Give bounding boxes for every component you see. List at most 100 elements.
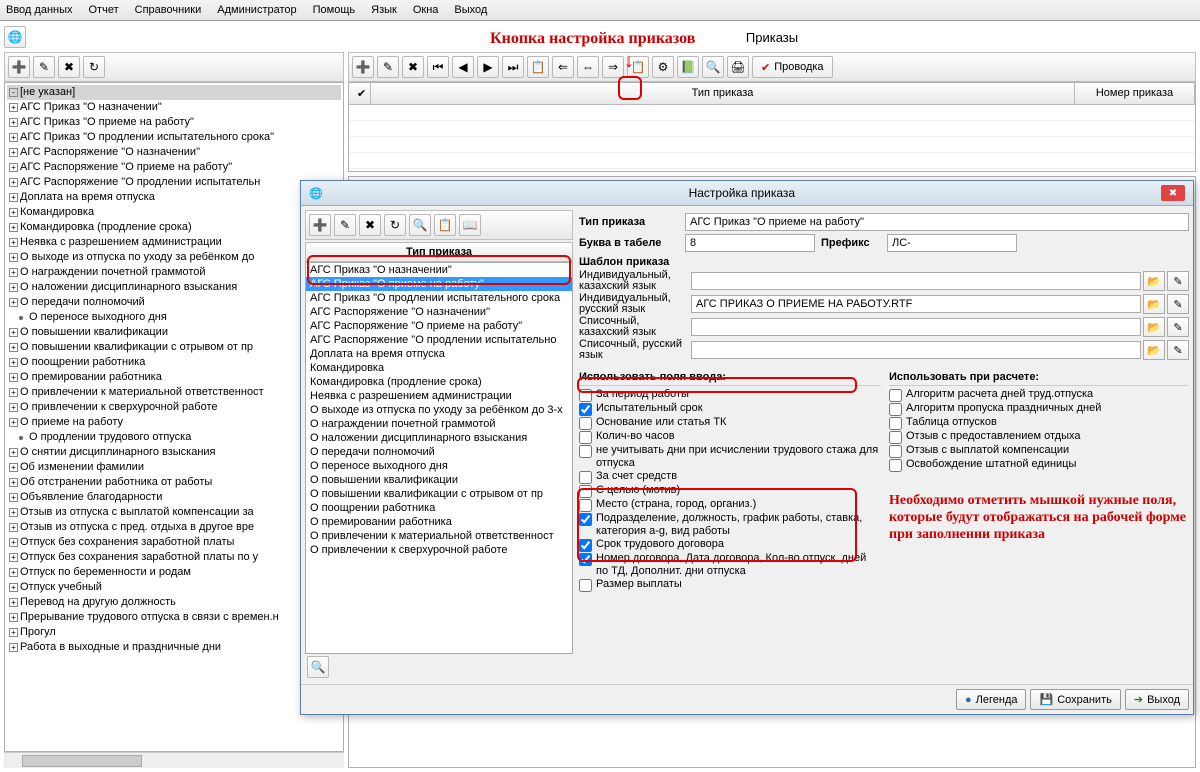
check-item[interactable]: Номер договора, Дата договора, Кол-во от…: [579, 552, 881, 578]
check-item[interactable]: За счет средств: [579, 470, 881, 484]
tree-item[interactable]: +О передачи полномочий: [7, 295, 341, 310]
check-item[interactable]: Размер выплаты: [579, 578, 881, 592]
template-path[interactable]: [691, 272, 1141, 290]
check-item[interactable]: Отзыв с выплатой компенсации: [889, 444, 1189, 458]
tree-item[interactable]: +АГС Приказ "О приеме на работу": [7, 115, 341, 130]
menu-item[interactable]: Администратор: [217, 4, 296, 16]
tree-item[interactable]: +Объявление благодарности: [7, 490, 341, 505]
toolbar-button[interactable]: ▶: [477, 56, 499, 78]
tree-item[interactable]: +Перевод на другую должность: [7, 595, 341, 610]
list-item[interactable]: АГС Приказ "О приеме на работу": [306, 277, 572, 291]
open-icon[interactable]: 📂: [1143, 340, 1165, 360]
tree-item[interactable]: +Прерывание трудового отпуска в связи с …: [7, 610, 341, 625]
toolbar-button[interactable]: ⏮: [427, 56, 449, 78]
list-item[interactable]: АГС Распоряжение "О продлении испытатель…: [306, 333, 572, 347]
toolbar-button[interactable]: ⇒: [602, 56, 624, 78]
check-item[interactable]: За период работы: [579, 388, 881, 402]
check-item[interactable]: Отзыв с предоставлением отдыха: [889, 430, 1189, 444]
tree-item[interactable]: +Об отстранении работника от работы: [7, 475, 341, 490]
calc-fields-checklist[interactable]: Алгоритм расчета дней труд.отпускаАлгори…: [889, 385, 1189, 472]
tree-item[interactable]: О переносе выходного дня: [7, 310, 341, 325]
list-item[interactable]: О выходе из отпуска по уходу за ребёнком…: [306, 403, 572, 417]
tree-item[interactable]: +Отпуск без сохранения заработной платы …: [7, 550, 341, 565]
check-item[interactable]: не учитывать дни при исчислении трудовог…: [579, 444, 881, 470]
doc-type-tree[interactable]: -[не указан]+АГС Приказ "О назначении"+А…: [4, 82, 344, 752]
letter-input[interactable]: [685, 234, 815, 252]
menu-item[interactable]: Помощь: [313, 4, 356, 16]
toolbar-button[interactable]: 📋: [434, 214, 456, 236]
list-item[interactable]: Командировка: [306, 361, 572, 375]
main-menu[interactable]: Ввод данныхОтчетСправочникиАдминистратор…: [0, 0, 1200, 21]
menu-item[interactable]: Отчет: [89, 4, 119, 16]
check-item[interactable]: Освобождение штатной единицы: [889, 458, 1189, 472]
input-fields-checklist[interactable]: За период работыИспытательный срокОснова…: [579, 385, 881, 592]
tree-item[interactable]: +О награждении почетной граммотой: [7, 265, 341, 280]
check-item[interactable]: С целью (мотив): [579, 484, 881, 498]
toolbar-button[interactable]: 🔍: [702, 56, 724, 78]
tree-item[interactable]: +Командировка (продление срока): [7, 220, 341, 235]
tree-item[interactable]: О продлении трудового отпуска: [7, 430, 341, 445]
check-item[interactable]: Таблица отпусков: [889, 416, 1189, 430]
check-item[interactable]: Срок трудового договора: [579, 538, 881, 552]
list-item[interactable]: АГС Распоряжение "О приеме на работу": [306, 319, 572, 333]
list-item[interactable]: О повышении квалификации с отрывом от пр: [306, 487, 572, 501]
toolbar-button[interactable]: ✎: [33, 56, 55, 78]
list-item[interactable]: О награждении почетной граммотой: [306, 417, 572, 431]
template-path[interactable]: [691, 341, 1141, 359]
list-item[interactable]: Доплата на время отпуска: [306, 347, 572, 361]
list-item[interactable]: О наложении дисциплинарного взыскания: [306, 431, 572, 445]
tree-item[interactable]: +О приеме на работу: [7, 415, 341, 430]
toolbar-button[interactable]: ➕: [309, 214, 331, 236]
tree-item[interactable]: +О повышении квалификации с отрывом от п…: [7, 340, 341, 355]
toolbar-button[interactable]: ⇐: [552, 56, 574, 78]
menu-item[interactable]: Справочники: [135, 4, 202, 16]
toolbar-button[interactable]: 📋: [527, 56, 549, 78]
list-item[interactable]: АГС Приказ "О назначении": [306, 263, 572, 277]
toolbar-button[interactable]: 🔍: [409, 214, 431, 236]
toolbar-button[interactable]: ↻: [384, 214, 406, 236]
open-icon[interactable]: 📂: [1143, 317, 1165, 337]
check-item[interactable]: Основание или статья ТК: [579, 416, 881, 430]
check-item[interactable]: Алгоритм расчета дней труд.отпуска: [889, 388, 1189, 402]
list-item[interactable]: О премировании работника: [306, 515, 572, 529]
tree-item[interactable]: +Об изменении фамилии: [7, 460, 341, 475]
list-item[interactable]: О переносе выходного дня: [306, 459, 572, 473]
toolbar-button[interactable]: ➕: [352, 56, 374, 78]
tree-item[interactable]: +Отпуск учебный: [7, 580, 341, 595]
tree-item[interactable]: +О наложении дисциплинарного взыскания: [7, 280, 341, 295]
tree-item[interactable]: +АГС Приказ "О назначении": [7, 100, 341, 115]
open-icon[interactable]: 📂: [1143, 294, 1165, 314]
tree-item[interactable]: +Командировка: [7, 205, 341, 220]
edit-icon[interactable]: ✎: [1167, 294, 1189, 314]
type-input[interactable]: [685, 213, 1189, 231]
list-item[interactable]: Командировка (продление срока): [306, 375, 572, 389]
list-item[interactable]: О привлечении к материальной ответственн…: [306, 529, 572, 543]
list-item[interactable]: Неявка с разрешением администрации: [306, 389, 572, 403]
list-item[interactable]: О повышении квалификации: [306, 473, 572, 487]
tree-item[interactable]: +Отзыв из отпуска с выплатой компенсации…: [7, 505, 341, 520]
toolbar-button[interactable]: ✖: [359, 214, 381, 236]
tree-item[interactable]: +О привлечении к материальной ответствен…: [7, 385, 341, 400]
toolbar-button[interactable]: ✎: [334, 214, 356, 236]
menu-item[interactable]: Язык: [371, 4, 397, 16]
close-button[interactable]: ✖: [1161, 185, 1185, 201]
tree-item[interactable]: +Отпуск без сохранения заработной платы: [7, 535, 341, 550]
check-item[interactable]: Колич-во часов: [579, 430, 881, 444]
check-item[interactable]: Подразделение, должность, график работы,…: [579, 512, 881, 538]
provodka-button[interactable]: ✔Проводка: [752, 56, 833, 78]
toolbar-button[interactable]: ✖: [402, 56, 424, 78]
toolbar-button[interactable]: 🖨: [727, 56, 749, 78]
toolbar-button[interactable]: ⇔: [577, 56, 599, 78]
type-list[interactable]: АГС Приказ "О назначении"АГС Приказ "О п…: [305, 262, 573, 654]
tree-item[interactable]: +АГС Распоряжение "О назначении": [7, 145, 341, 160]
list-item[interactable]: О привлечении к сверхурочной работе: [306, 543, 572, 557]
tree-item[interactable]: +Прогул: [7, 625, 341, 640]
save-button[interactable]: 💾Сохранить: [1030, 689, 1120, 710]
binoculars-icon[interactable]: 🔍: [307, 656, 329, 678]
tree-item[interactable]: +О выходе из отпуска по уходу за ребёнко…: [7, 250, 341, 265]
menu-item[interactable]: Окна: [413, 4, 439, 16]
tree-item[interactable]: +О поощрении работника: [7, 355, 341, 370]
edit-icon[interactable]: ✎: [1167, 271, 1189, 291]
tree-item[interactable]: +О повышении квалификации: [7, 325, 341, 340]
tree-item[interactable]: +Отпуск по беременности и родам: [7, 565, 341, 580]
